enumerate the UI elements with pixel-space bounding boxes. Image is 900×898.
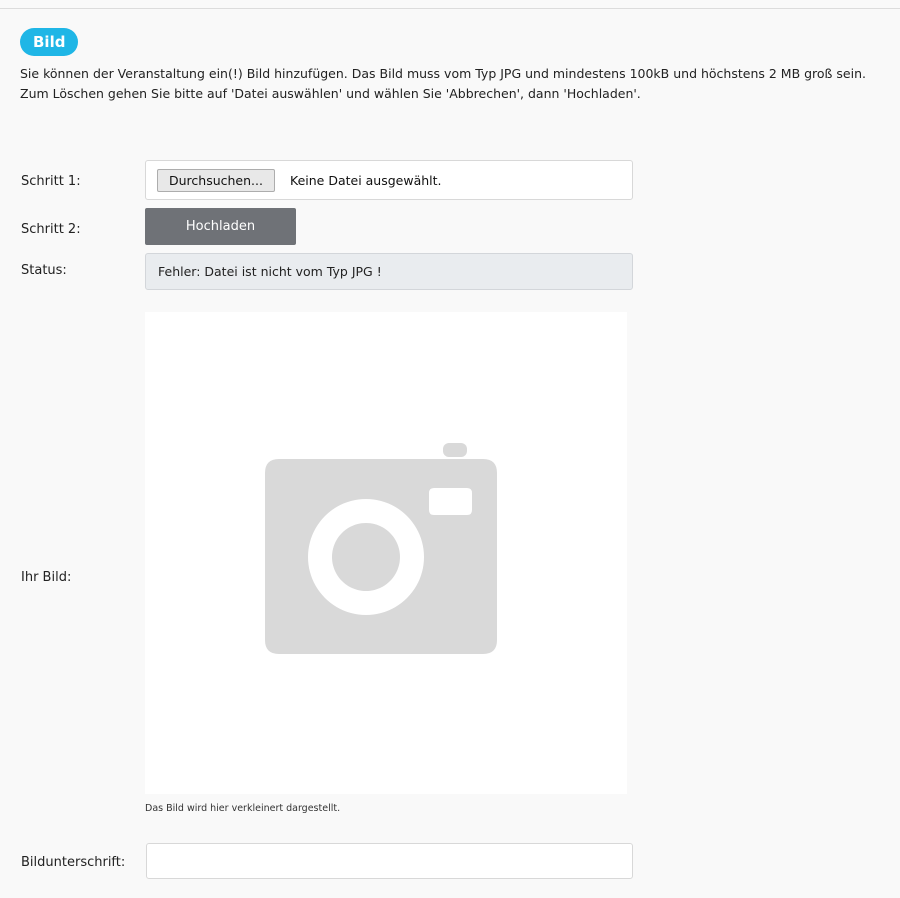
image-note: Das Bild wird hier verkleinert dargestel… (145, 803, 341, 814)
section-description: Sie können der Veranstaltung ein(!) Bild… (20, 66, 866, 101)
caption-label: Bildunterschrift: (21, 855, 126, 870)
camera-flash-bump (443, 443, 467, 457)
section-badge: Bild (20, 28, 79, 56)
browse-button[interactable]: Durchsuchen... (157, 169, 275, 192)
status-message: Fehler: Datei ist nicht vom Typ JPG ! (145, 253, 633, 290)
image-label: Ihr Bild: (21, 570, 72, 585)
status-label: Status: (21, 263, 67, 278)
file-input[interactable]: Durchsuchen... Keine Datei ausgewählt. (145, 160, 633, 200)
image-preview (145, 312, 627, 794)
camera-body (265, 459, 497, 654)
caption-input[interactable] (146, 843, 633, 879)
upload-button[interactable]: Hochladen (145, 208, 296, 245)
no-file-text: Keine Datei ausgewählt. (290, 173, 442, 188)
step2-label: Schritt 2: (21, 222, 81, 237)
step1-label: Schritt 1: (21, 174, 81, 189)
top-divider (0, 8, 900, 9)
camera-icon (265, 443, 497, 654)
